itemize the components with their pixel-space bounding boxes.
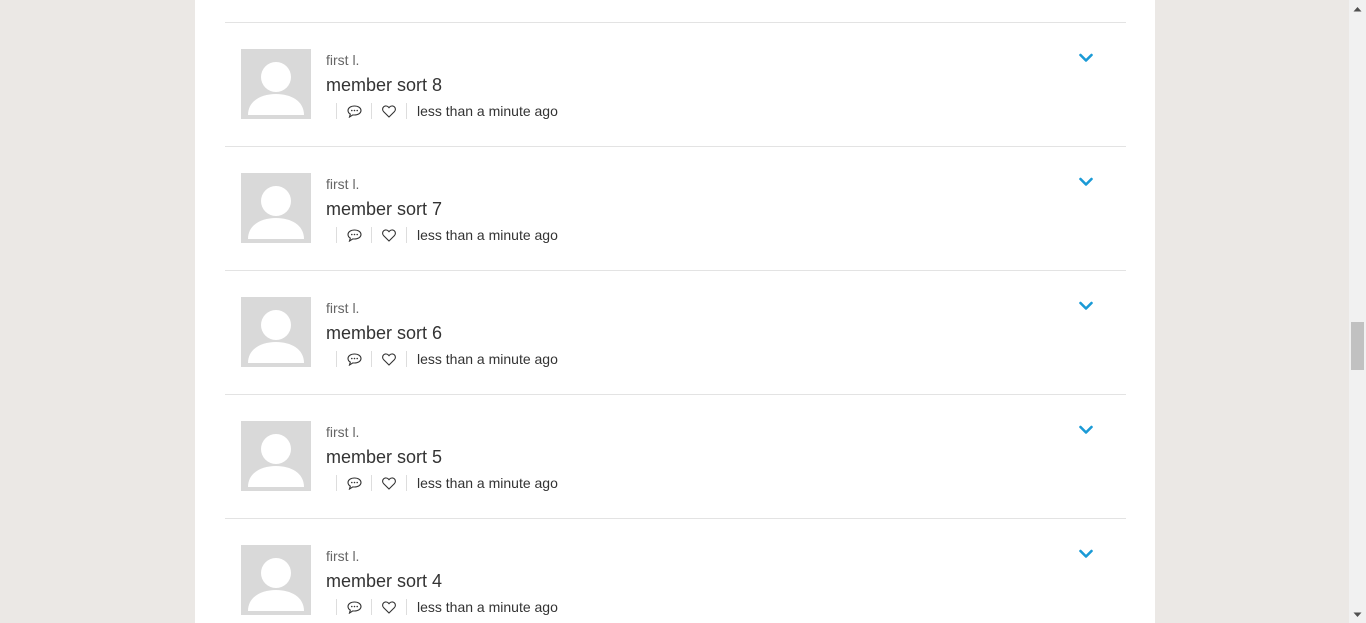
post-actions: less than a minute ago (336, 350, 558, 368)
comment-button[interactable] (337, 226, 371, 244)
author-name[interactable]: first l. (326, 300, 359, 316)
comment-icon (346, 352, 362, 366)
like-button[interactable] (372, 598, 406, 616)
item-menu-button[interactable] (1078, 174, 1094, 190)
page-scrollbar[interactable] (1349, 0, 1366, 623)
post-title[interactable]: member sort 7 (326, 199, 442, 220)
author-name[interactable]: first l. (326, 548, 359, 564)
author-name[interactable]: first l. (326, 424, 359, 440)
list-item: first l. member sort 5 less than a minut… (225, 394, 1126, 518)
user-placeholder-icon (248, 186, 304, 239)
comment-button[interactable] (337, 350, 371, 368)
post-actions: less than a minute ago (336, 226, 558, 244)
avatar[interactable] (241, 49, 311, 119)
divider (406, 599, 407, 615)
avatar[interactable] (241, 545, 311, 615)
divider (406, 475, 407, 491)
post-title[interactable]: member sort 8 (326, 75, 442, 96)
chevron-down-icon (1079, 549, 1093, 558)
timestamp: less than a minute ago (417, 599, 558, 615)
comment-icon (346, 228, 362, 242)
post-title[interactable]: member sort 4 (326, 571, 442, 592)
timestamp: less than a minute ago (417, 227, 558, 243)
chevron-down-icon (1079, 301, 1093, 310)
scroll-down-button[interactable] (1349, 606, 1366, 623)
item-menu-button[interactable] (1078, 298, 1094, 314)
heart-icon (382, 104, 396, 118)
item-menu-button[interactable] (1078, 546, 1094, 562)
triangle-down-icon (1353, 612, 1362, 617)
chevron-down-icon (1079, 53, 1093, 62)
avatar[interactable] (241, 173, 311, 243)
heart-icon (382, 228, 396, 242)
divider (406, 103, 407, 119)
comment-icon (346, 104, 362, 118)
like-button[interactable] (372, 350, 406, 368)
divider (406, 351, 407, 367)
heart-icon (382, 600, 396, 614)
timestamp: less than a minute ago (417, 475, 558, 491)
item-menu-button[interactable] (1078, 50, 1094, 66)
post-title[interactable]: member sort 5 (326, 447, 442, 468)
like-button[interactable] (372, 226, 406, 244)
list-item: first l. member sort 7 less than a minut… (225, 146, 1126, 270)
triangle-up-icon (1353, 6, 1362, 11)
comment-button[interactable] (337, 474, 371, 492)
list-item: first l. member sort 6 less than a minut… (225, 270, 1126, 394)
item-menu-button[interactable] (1078, 422, 1094, 438)
avatar[interactable] (241, 421, 311, 491)
scroll-thumb[interactable] (1351, 322, 1364, 370)
author-name[interactable]: first l. (326, 52, 359, 68)
user-placeholder-icon (248, 558, 304, 611)
comment-button[interactable] (337, 598, 371, 616)
comment-icon (346, 476, 362, 490)
post-actions: less than a minute ago (336, 598, 558, 616)
comment-icon (346, 600, 362, 614)
chevron-down-icon (1079, 177, 1093, 186)
user-placeholder-icon (248, 310, 304, 363)
author-name[interactable]: first l. (326, 176, 359, 192)
timestamp: less than a minute ago (417, 351, 558, 367)
like-button[interactable] (372, 102, 406, 120)
post-actions: less than a minute ago (336, 102, 558, 120)
divider (406, 227, 407, 243)
feed-panel: first l. member sort 8 less than a minut… (195, 0, 1155, 623)
heart-icon (382, 476, 396, 490)
list-item: first l. member sort 4 less than a minut… (225, 518, 1126, 623)
chevron-down-icon (1079, 425, 1093, 434)
post-title[interactable]: member sort 6 (326, 323, 442, 344)
comment-button[interactable] (337, 102, 371, 120)
avatar[interactable] (241, 297, 311, 367)
like-button[interactable] (372, 474, 406, 492)
post-list: first l. member sort 8 less than a minut… (225, 22, 1126, 623)
scroll-up-button[interactable] (1349, 0, 1366, 17)
timestamp: less than a minute ago (417, 103, 558, 119)
list-item: first l. member sort 8 less than a minut… (225, 22, 1126, 146)
heart-icon (382, 352, 396, 366)
user-placeholder-icon (248, 434, 304, 487)
post-actions: less than a minute ago (336, 474, 558, 492)
user-placeholder-icon (248, 62, 304, 115)
